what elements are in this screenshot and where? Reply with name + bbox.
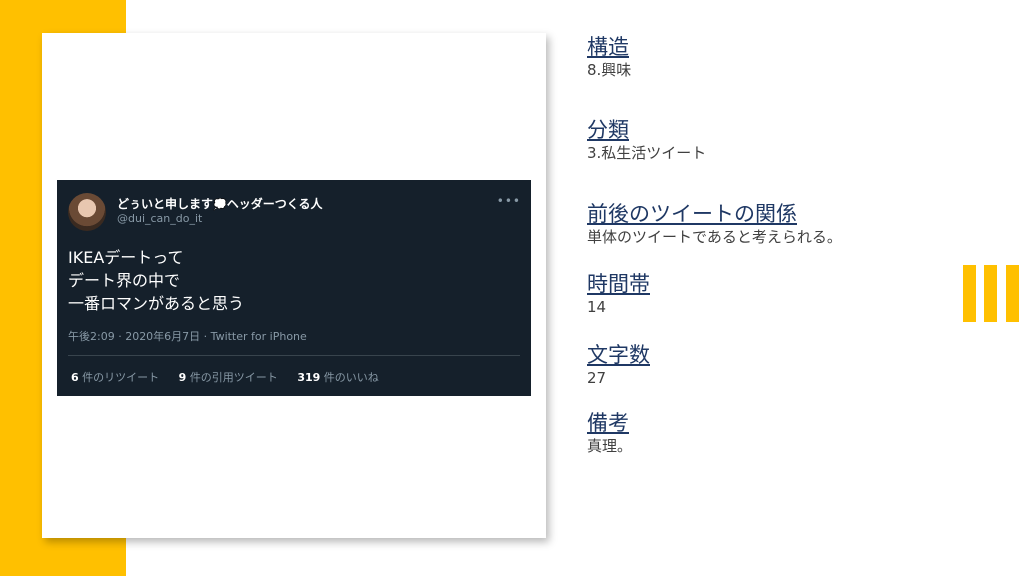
- decorative-bars: [963, 265, 1024, 322]
- quote-stat: 9 件の引用ツイート: [179, 371, 278, 384]
- display-name-text: どぅいと申します: [117, 197, 214, 211]
- avatar: [68, 193, 106, 231]
- decorative-bar: [963, 265, 976, 322]
- speech-bubble-icon: 💭: [213, 198, 227, 211]
- section-category: 分類 3.私生活ツイート: [587, 117, 706, 163]
- section-heading: 分類: [587, 118, 629, 142]
- section-value: 14: [587, 298, 607, 316]
- tweet-screenshot: どぅいと申します💭ヘッダーつくる人 @dui_can_do_it ••• IKE…: [57, 180, 531, 396]
- section-value: 単体のツイートであると考えられる。: [587, 228, 842, 246]
- retweet-stat: 6 件のリツイート: [71, 371, 159, 384]
- retweet-count: 6: [71, 371, 79, 384]
- section-value: 3.私生活ツイート: [587, 144, 707, 162]
- like-count: 319: [297, 371, 321, 384]
- section-value: 27: [587, 369, 607, 387]
- decorative-bar: [984, 265, 997, 322]
- like-label: 件のいいね: [323, 371, 379, 384]
- retweet-label: 件のリツイート: [82, 371, 160, 384]
- section-char-count: 文字数 27: [587, 342, 650, 388]
- tweet-line: デート界の中で: [68, 271, 181, 290]
- tweet-display-name: どぅいと申します💭ヘッダーつくる人: [117, 195, 322, 212]
- tweet-stats: 6 件のリツイート 9 件の引用ツイート 319 件のいいね: [71, 369, 395, 385]
- quote-label: 件の引用ツイート: [189, 371, 278, 384]
- section-structure: 構造 8.興味: [587, 34, 631, 80]
- section-notes: 備考 真理。: [587, 410, 632, 456]
- section-relation: 前後のツイートの関係 単体のツイートであると考えられる。: [587, 201, 842, 247]
- section-value: 8.興味: [587, 61, 632, 79]
- quote-count: 9: [178, 371, 187, 384]
- tweet-text: IKEAデートって デート界の中で 一番ロマンがあると思う: [68, 246, 244, 315]
- more-horizontal-icon: •••: [496, 194, 521, 208]
- section-value: 真理。: [587, 437, 633, 455]
- section-heading: 時間帯: [587, 272, 650, 296]
- tweet-line: 一番ロマンがあると思う: [68, 294, 245, 313]
- tweet-handle: @dui_can_do_it: [117, 212, 203, 225]
- section-heading: 備考: [587, 411, 629, 435]
- section-heading: 構造: [587, 35, 629, 59]
- section-time: 時間帯 14: [587, 271, 650, 317]
- tweet-divider: [68, 355, 520, 356]
- section-heading: 前後のツイートの関係: [587, 202, 797, 226]
- decorative-bar: [1006, 265, 1019, 322]
- section-heading: 文字数: [587, 343, 650, 367]
- tweet-line: IKEAデートって: [68, 248, 184, 267]
- tweet-timestamp: 午後2:09 · 2020年6月7日 · Twitter for iPhone: [68, 330, 307, 343]
- display-name-suffix: ヘッダーつくる人: [226, 197, 323, 211]
- like-stat: 319 件のいいね: [297, 371, 378, 384]
